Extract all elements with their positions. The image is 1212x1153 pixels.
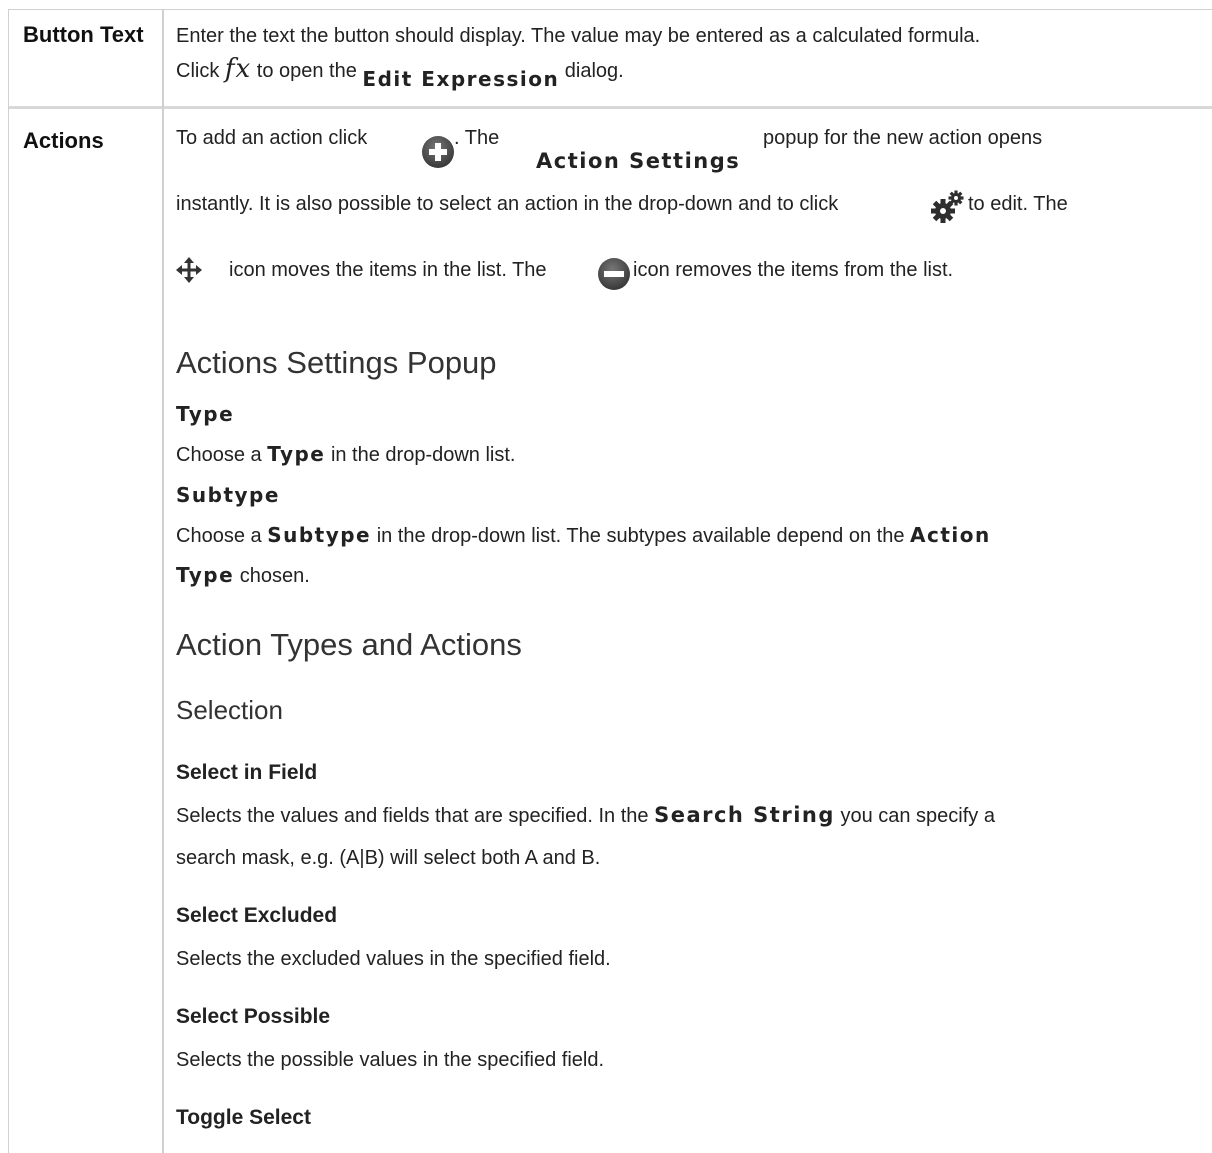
gears-icon	[931, 190, 964, 223]
type-bold: Type	[267, 442, 326, 466]
heading-select-possible: Select Possible	[176, 1005, 331, 1028]
line2-open: to open the	[256, 60, 357, 82]
heading-select-in-field: Select in Field	[176, 761, 318, 784]
actions-p2a: instantly. It is also possible to select…	[176, 193, 839, 215]
subtype-desc-b: in the drop-down list. The subtypes avai…	[376, 525, 905, 547]
actions-p3a: icon moves the items in the list. The	[229, 259, 547, 281]
actions-p1c: popup for the new action opens	[763, 127, 1043, 149]
fx-icon: fx	[224, 54, 252, 84]
heading-toggle-select: Toggle Select	[176, 1106, 311, 1129]
table-top-rule	[8, 9, 1212, 10]
subtype-description-2: Type chosen.	[176, 562, 310, 589]
actions-p3b: icon removes the items from the list.	[633, 259, 954, 281]
column-divider	[162, 9, 164, 1153]
row-divider	[8, 106, 1212, 109]
actions-p1a: To add an action click	[176, 127, 368, 149]
help-page: Button Text Enter the text the button sh…	[0, 0, 1212, 1153]
actions-p2b: to edit. The	[968, 193, 1068, 215]
select-in-field-desc: Selects the values and fields that are s…	[176, 802, 995, 829]
sif-b: you can specify a	[840, 805, 995, 827]
search-string-bold: Search String	[654, 803, 835, 827]
action-bold: Action	[910, 523, 991, 547]
button-text-line1: Enter the text the button should display…	[176, 25, 981, 47]
type-bold-2: Type	[176, 563, 235, 587]
type-description: Choose a Type in the drop-down list.	[176, 441, 515, 468]
action-settings-label: Action Settings	[536, 149, 741, 173]
select-in-field-desc-2: search mask, e.g. (A|B) will select both…	[176, 847, 601, 869]
table-left-rule	[8, 9, 9, 1153]
actions-p1b: . The	[454, 127, 500, 149]
line2-click: Click	[176, 60, 220, 82]
edit-expression-label: Edit Expression	[362, 67, 560, 91]
plus-circle-icon	[422, 136, 454, 168]
type-label: Type	[176, 402, 235, 426]
move-arrows-icon	[176, 257, 202, 283]
subtype-label: Subtype	[176, 483, 280, 507]
type-desc-a: Choose a	[176, 444, 262, 466]
type-desc-b: in the drop-down list.	[330, 444, 516, 466]
minus-circle-icon	[598, 258, 630, 290]
subtype-desc-a: Choose a	[176, 525, 262, 547]
select-excluded-desc: Selects the excluded values in the speci…	[176, 948, 611, 970]
sif-a: Selects the values and fields that are s…	[176, 805, 649, 827]
section-heading-popup: Actions Settings Popup	[176, 345, 497, 380]
select-possible-desc: Selects the possible values in the speci…	[176, 1049, 605, 1071]
heading-select-excluded: Select Excluded	[176, 904, 338, 927]
section-heading-types: Action Types and Actions	[176, 627, 522, 662]
button-text-line2: Click fx to open the Edit Expression dia…	[176, 56, 624, 96]
subtype-description: Choose a Subtype in the drop-down list. …	[176, 522, 991, 549]
chosen-text: chosen.	[239, 565, 310, 587]
row-header-button-text: Button Text	[23, 22, 144, 47]
line2-dialog: dialog.	[564, 60, 624, 82]
row-header-actions: Actions	[23, 128, 104, 153]
section-heading-selection: Selection	[176, 695, 283, 725]
subtype-bold: Subtype	[267, 523, 372, 547]
